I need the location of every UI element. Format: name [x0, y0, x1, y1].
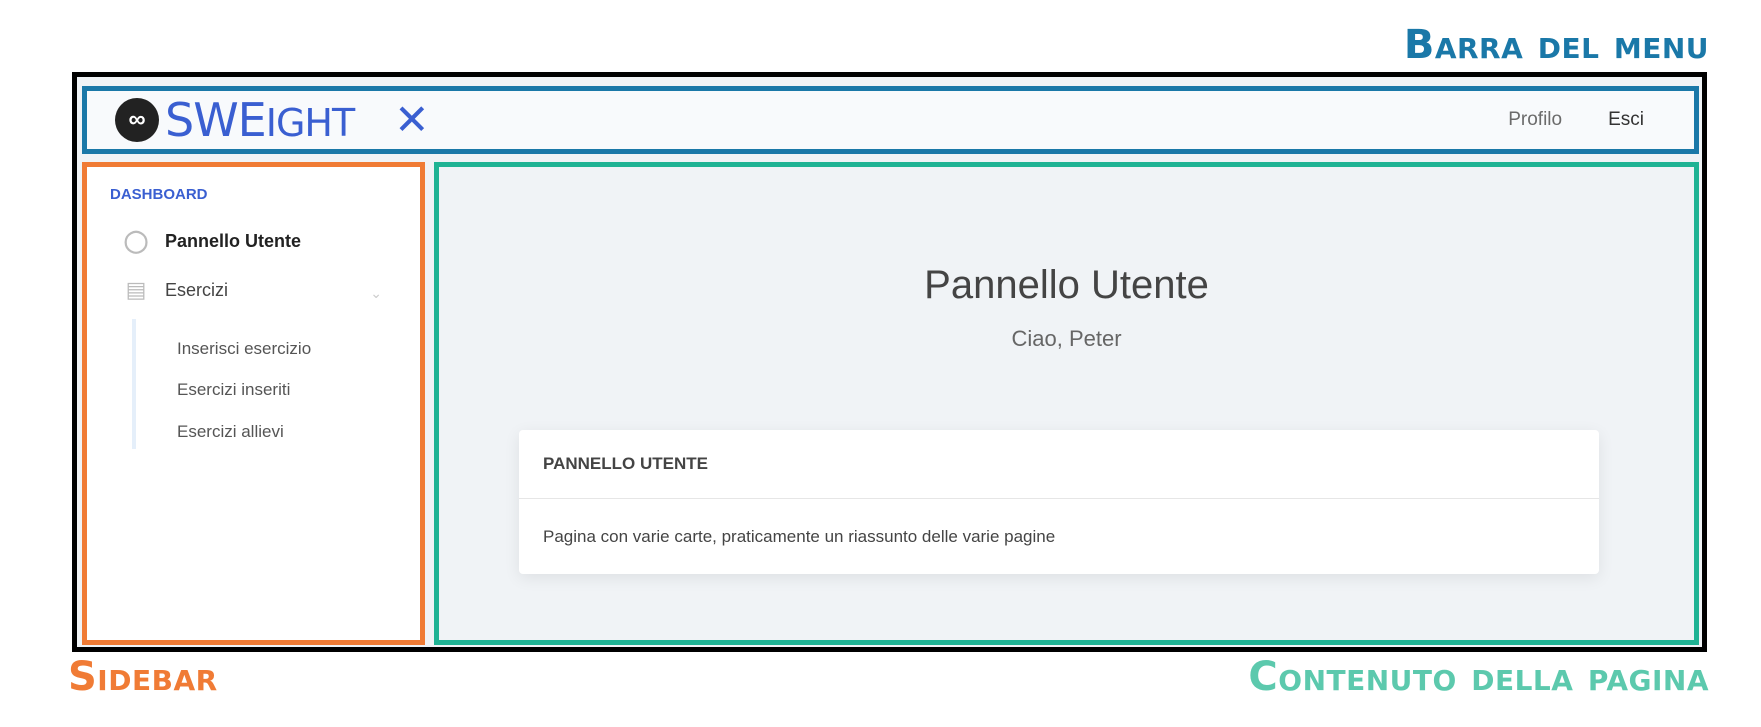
menu-bar: ∞ SWEIGHT ✕ Profilo Esci — [82, 86, 1699, 154]
page-title: Pannello Utente — [924, 263, 1209, 307]
logo-text: SWEIGHT — [165, 93, 355, 147]
page-content: Pannello Utente Ciao, Peter PANNELLO UTE… — [434, 162, 1699, 645]
sidebar-item-pannello-utente[interactable]: ◯ Pannello Utente — [123, 228, 301, 254]
link-icon: ∞ — [115, 98, 159, 142]
close-icon[interactable]: ✕ — [394, 99, 429, 141]
nav-profile-link[interactable]: Profilo — [1508, 109, 1562, 131]
submenu-item-inserisci-esercizio[interactable]: Inserisci esercizio — [177, 339, 311, 359]
sidebar-item-esercizi[interactable]: ▤ Esercizi — [123, 277, 228, 303]
annotation-content: Contenuto della pagina — [1248, 654, 1709, 700]
submenu-item-esercizi-inseriti[interactable]: Esercizi inseriti — [177, 380, 290, 400]
top-nav: Profilo Esci — [1508, 109, 1644, 131]
logo[interactable]: ∞ SWEIGHT — [115, 93, 355, 147]
user-panel-card: PANNELLO UTENTE Pagina con varie carte, … — [519, 430, 1599, 574]
sidebar-item-label: Pannello Utente — [165, 230, 302, 251]
chevron-down-icon[interactable]: ⌄ — [370, 285, 382, 302]
submenu-item-esercizi-allievi[interactable]: Esercizi allievi — [177, 422, 284, 442]
card-header: PANNELLO UTENTE — [519, 430, 1599, 499]
submenu-indicator — [132, 319, 136, 449]
sidebar-heading: DASHBOARD — [110, 186, 208, 203]
sidebar-item-label: Esercizi — [165, 279, 229, 300]
card-body: Pagina con varie carte, praticamente un … — [543, 527, 1056, 546]
page-subtitle: Ciao, Peter — [1011, 326, 1122, 351]
nav-logout-link[interactable]: Esci — [1608, 109, 1644, 131]
sidebar: DASHBOARD ◯ Pannello Utente ▤ Esercizi ⌄… — [82, 162, 425, 645]
annotation-sidebar: Sidebar — [68, 654, 218, 700]
user-icon: ◯ — [123, 228, 149, 253]
annotation-menu-bar: Barra del menu — [1403, 22, 1709, 68]
car-icon: ▤ — [125, 277, 147, 302]
